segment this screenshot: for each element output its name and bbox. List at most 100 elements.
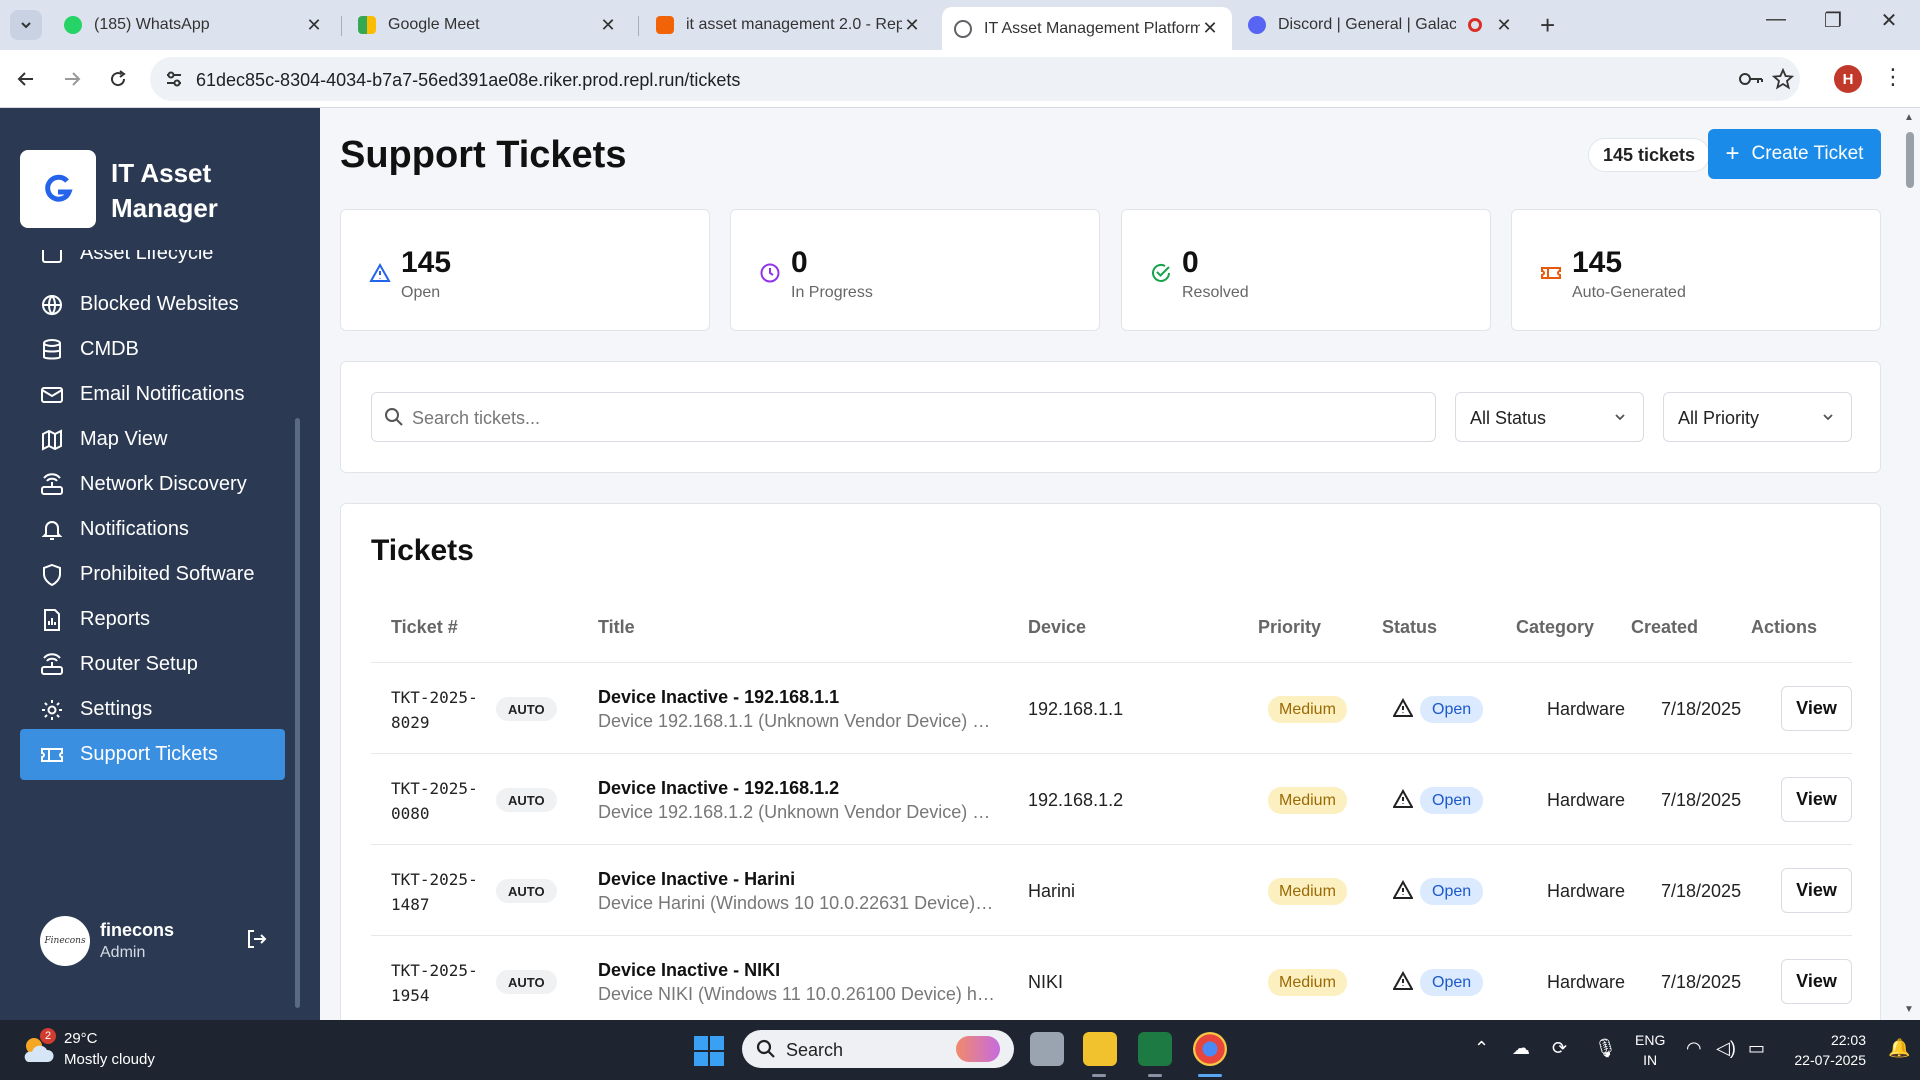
chrome-icon[interactable]: [1193, 1032, 1227, 1066]
sidebar-item-network-discovery[interactable]: Network Discovery: [20, 459, 285, 510]
scroll-up-icon[interactable]: ▲: [1904, 112, 1914, 123]
sidebar-item-map-view[interactable]: Map View: [20, 414, 285, 465]
task-view-icon[interactable]: [1030, 1032, 1064, 1066]
scrollbar-thumb[interactable]: [1906, 132, 1914, 188]
url-text: 61dec85c-8304-4034-b7a7-56ed391ae08e.rik…: [196, 70, 741, 90]
close-icon[interactable]: ✕: [1200, 18, 1220, 39]
close-icon[interactable]: ✕: [902, 15, 922, 36]
status-badge: Open: [1420, 787, 1484, 814]
logout-button[interactable]: [245, 928, 267, 955]
page-scrollbar[interactable]: ▲ ▼: [1900, 108, 1920, 1020]
tab-whatsapp[interactable]: (185) WhatsApp ✕: [52, 7, 336, 43]
recording-icon: [1468, 18, 1482, 32]
alert-triangle-icon: [1393, 698, 1413, 717]
ticket-title: Device Inactive - Harini: [598, 869, 796, 889]
file-explorer-icon[interactable]: [1083, 1032, 1117, 1066]
close-icon[interactable]: ✕: [304, 15, 324, 36]
browser-menu-icon[interactable]: ⋮: [1882, 64, 1904, 90]
ticket-title: Device Inactive - NIKI: [598, 960, 781, 980]
minimize-button[interactable]: —: [1753, 8, 1799, 31]
ticket-icon: [1541, 267, 1561, 279]
sidebar-item-email-notifications[interactable]: Email Notifications: [20, 369, 285, 420]
ticket-device: 192.168.1.1: [1028, 699, 1124, 719]
scroll-down-icon[interactable]: ▼: [1904, 1004, 1914, 1015]
sidebar-item-cmdb[interactable]: CMDB: [20, 324, 285, 375]
table-row: TKT-2025-0080 AUTO Device Inactive - 192…: [371, 754, 1852, 845]
column-header-category: Category: [1516, 617, 1595, 637]
sidebar-item-reports[interactable]: Reports: [20, 594, 285, 645]
sidebar-item-router-setup[interactable]: Router Setup: [20, 639, 285, 690]
column-header-actions: Actions: [1751, 617, 1818, 637]
arrow-right-icon: [65, 72, 81, 86]
windows-icon: [694, 1036, 724, 1066]
chevron-up-icon[interactable]: ⌃: [1474, 1038, 1489, 1059]
ticket-category: Hardware: [1547, 699, 1626, 719]
reload-button[interactable]: [102, 63, 134, 95]
sidebar-item-prohibited-software[interactable]: Prohibited Software: [20, 549, 285, 600]
alert-triangle-icon: [1393, 880, 1413, 899]
status-filter-select[interactable]: All Status: [1455, 392, 1644, 442]
language-indicator[interactable]: ENG IN: [1635, 1030, 1665, 1070]
taskbar-search[interactable]: Search: [742, 1030, 1014, 1068]
browser-tab-strip: (185) WhatsApp ✕ Google Meet ✕ it asset …: [0, 0, 1920, 50]
map-icon: [42, 428, 62, 451]
excel-icon[interactable]: [1138, 1032, 1172, 1066]
tab-it-asset-management[interactable]: IT Asset Management Platform ✕: [942, 7, 1232, 50]
tab-discord[interactable]: Discord | General | Galactis ✕: [1236, 7, 1526, 43]
restore-button[interactable]: ❐: [1810, 8, 1856, 33]
column-header-title: Title: [598, 617, 635, 637]
globe-icon: [42, 294, 62, 315]
priority-badge: Medium: [1268, 696, 1347, 723]
sidebar-item-blocked-websites[interactable]: Blocked Websites: [20, 279, 285, 330]
site-info-icon[interactable]: [164, 69, 184, 94]
url-bar[interactable]: 61dec85c-8304-4034-b7a7-56ed391ae08e.rik…: [150, 57, 1800, 101]
table-row: TKT-2025-8029 AUTO Device Inactive - 192…: [371, 663, 1852, 754]
star-icon[interactable]: [1771, 67, 1795, 95]
password-key-icon[interactable]: [1738, 69, 1764, 94]
close-icon[interactable]: ✕: [1494, 15, 1514, 36]
chevron-down-icon: [1615, 414, 1625, 421]
priority-filter-select[interactable]: All Priority: [1663, 392, 1852, 442]
tab-google-meet[interactable]: Google Meet ✕: [346, 7, 630, 43]
forward-button[interactable]: [56, 63, 88, 95]
create-ticket-button[interactable]: + Create Ticket: [1708, 129, 1881, 179]
whatsapp-icon: [64, 16, 82, 34]
sidebar-item-notifications[interactable]: Notifications: [20, 504, 285, 555]
tab-replit[interactable]: it asset management 2.0 - Repl ✕: [644, 7, 934, 43]
report-icon: [44, 608, 60, 631]
new-tab-button[interactable]: +: [1540, 10, 1555, 41]
view-button[interactable]: View: [1781, 868, 1852, 913]
database-icon: [43, 338, 61, 359]
meet-icon: [358, 16, 376, 34]
view-button[interactable]: View: [1781, 959, 1852, 1004]
view-button[interactable]: View: [1781, 686, 1852, 731]
search-icon: [756, 1039, 775, 1058]
onedrive-icon[interactable]: ☁: [1512, 1038, 1530, 1059]
mail-icon: [41, 386, 63, 403]
tab-search-button[interactable]: [10, 10, 42, 40]
sidebar-item-settings[interactable]: Settings: [20, 684, 285, 735]
wifi-icon[interactable]: ◠: [1686, 1038, 1702, 1059]
back-button[interactable]: [10, 63, 42, 95]
profile-avatar[interactable]: H: [1834, 65, 1862, 93]
weather-temperature: 29°C: [64, 1030, 98, 1047]
stat-card-open: 145 Open: [340, 209, 710, 331]
logout-icon: [248, 930, 267, 948]
sidebar-item-asset-lifecycle[interactable]: Asset Lifecycle: [20, 250, 285, 279]
start-button[interactable]: [694, 1036, 724, 1071]
close-icon[interactable]: ✕: [598, 15, 618, 36]
volume-icon[interactable]: ◁): [1716, 1038, 1736, 1059]
ticket-description: Device 192.168.1.2 (Unknown Vendor Devic…: [598, 802, 998, 822]
sync-icon[interactable]: ⟳: [1552, 1038, 1567, 1059]
notification-bell-icon[interactable]: 🔔: [1888, 1038, 1910, 1059]
microphone-icon[interactable]: 🎙: [1594, 1038, 1617, 1059]
system-clock[interactable]: 22:03 22-07-2025: [1786, 1030, 1866, 1070]
sidebar-item-support-tickets[interactable]: Support Tickets: [20, 729, 285, 780]
ticket-id: TKT-2025-8029: [391, 688, 478, 732]
router-icon: [41, 652, 63, 675]
battery-icon[interactable]: ▭: [1748, 1038, 1765, 1059]
ticket-created: 7/18/2025: [1661, 881, 1742, 901]
close-window-button[interactable]: ✕: [1866, 8, 1912, 33]
view-button[interactable]: View: [1781, 777, 1852, 822]
search-input[interactable]: Search tickets...: [371, 392, 1436, 442]
